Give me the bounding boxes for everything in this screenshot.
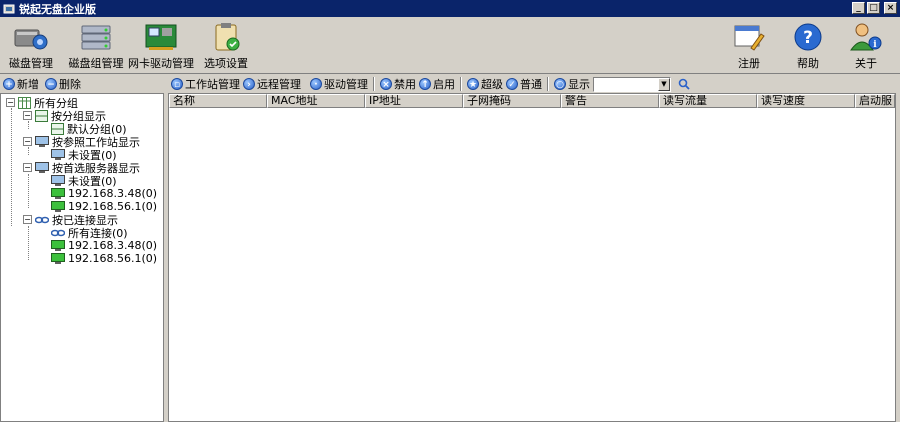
delete-button[interactable]: − 删除 [45, 76, 81, 92]
network-card-icon [145, 24, 177, 50]
svg-text:i: i [873, 40, 877, 50]
collapse-icon[interactable]: − [23, 163, 32, 172]
left-toolbar: + 新增 − 删除 [0, 75, 165, 93]
group-table-icon [18, 96, 31, 109]
chevron-down-icon[interactable]: ▼ [658, 77, 670, 91]
help-button[interactable]: ? 帮助 [786, 19, 830, 73]
window-title: 锐起无盘企业版 [19, 2, 96, 16]
filter-combobox[interactable]: ▼ [593, 76, 671, 92]
monitor-green-icon [51, 187, 65, 199]
tree-node-conn-b[interactable]: 192.168.56.1(0) [51, 252, 157, 265]
display-icon: ○ [554, 78, 566, 90]
enable-button[interactable]: ↑ 启用 [419, 76, 455, 92]
star-icon: ★ [467, 78, 479, 90]
register-button[interactable]: 注册 [727, 19, 771, 73]
col-header-name[interactable]: 名称 [169, 94, 267, 108]
col-header-io-speed[interactable]: 读写速度 [757, 94, 855, 108]
help-icon: ? [794, 23, 822, 51]
minimize-button[interactable]: _ [852, 2, 865, 14]
link-icon [35, 216, 49, 223]
toolbar-separator [373, 77, 375, 91]
collapse-icon[interactable]: − [23, 111, 32, 120]
computer-icon [35, 135, 49, 147]
tree-line [28, 226, 29, 260]
arrow-up-icon: ↑ [419, 78, 431, 90]
plus-icon: + [3, 78, 15, 90]
monitor-green-icon [51, 252, 65, 264]
about-button[interactable]: i 关于 [844, 19, 888, 73]
minus-icon: − [45, 78, 57, 90]
disk-group-icon [81, 25, 111, 50]
app-icon [3, 4, 15, 13]
clipboard-check-icon [215, 23, 240, 51]
add-button[interactable]: + 新增 [3, 76, 39, 92]
toolbar-separator [547, 77, 549, 91]
right-toolbar: ▫ 工作站管理 › 远程管理 · 驱动管理 × 禁用 ↑ 启用 ★ 超级 ✓ 普… [168, 75, 900, 93]
driver-icon: · [310, 78, 322, 90]
svg-text:?: ? [803, 28, 813, 48]
tree-line [11, 108, 12, 226]
col-header-ip[interactable]: IP地址 [365, 94, 463, 108]
tree-node-unset-server[interactable]: 未设置(0) [51, 174, 117, 188]
grid-header: 名称 MAC地址 IP地址 子网掩码 警告 读写流量 读写速度 启动服 [169, 94, 895, 108]
vertical-scrollbar[interactable] [896, 93, 900, 422]
main-toolbar: 磁盘管理 磁盘组管理 网卡驱动管理 选项设置 注册 ? 帮助 i 关于 [0, 17, 900, 74]
collapse-icon[interactable]: − [23, 215, 32, 224]
computer-icon [35, 161, 49, 173]
driver-mgmt-button[interactable]: · 驱动管理 [310, 76, 368, 92]
disk-group-mgmt-button[interactable]: 磁盘组管理 [66, 19, 126, 73]
tree-line [28, 174, 29, 208]
close-icon: × [380, 78, 392, 90]
window-controls: _ □ × [852, 2, 897, 14]
tree-node-all-connections[interactable]: 所有连接(0) [51, 226, 128, 240]
disable-button[interactable]: × 禁用 [380, 76, 416, 92]
close-button[interactable]: × [884, 2, 897, 14]
disk-gear-icon [14, 29, 48, 50]
link-icon [51, 229, 65, 236]
normal-button[interactable]: ✓ 普通 [506, 76, 542, 92]
group-tree: − 所有分组 − 按分组显示 默认分组(0) − 按参照工作站显示 未设置(0)… [0, 93, 164, 422]
super-button[interactable]: ★ 超级 [467, 76, 503, 92]
arrow-right-icon: › [243, 78, 255, 90]
nic-driver-mgmt-button[interactable]: 网卡驱动管理 [128, 19, 194, 73]
station-mgmt-button[interactable]: ▫ 工作站管理 [171, 76, 240, 92]
title-bar: 锐起无盘企业版 _ □ × [0, 0, 900, 17]
tree-node-conn-a[interactable]: 192.168.3.48(0) [51, 239, 157, 252]
search-icon[interactable] [678, 78, 690, 90]
col-header-warning[interactable]: 警告 [561, 94, 659, 108]
workstation-grid: 名称 MAC地址 IP地址 子网掩码 警告 读写流量 读写速度 启动服 [168, 93, 896, 422]
monitor-green-icon [51, 239, 65, 251]
collapse-icon[interactable]: − [6, 98, 15, 107]
options-button[interactable]: 选项设置 [201, 19, 251, 73]
tree-line [28, 147, 29, 155]
tree-node-server-a[interactable]: 192.168.3.48(0) [51, 187, 157, 200]
computer-icon [51, 174, 65, 186]
tree-line [28, 121, 29, 129]
disk-mgmt-button[interactable]: 磁盘管理 [6, 19, 56, 73]
maximize-button[interactable]: □ [867, 2, 880, 14]
group-list-icon [35, 109, 48, 122]
collapse-icon[interactable]: − [23, 137, 32, 146]
check-icon: ✓ [506, 78, 518, 90]
col-header-boot-server[interactable]: 启动服 [855, 94, 895, 108]
register-icon [734, 25, 765, 51]
toolbar-separator [460, 77, 462, 91]
col-header-io-traffic[interactable]: 读写流量 [659, 94, 757, 108]
col-header-subnet[interactable]: 子网掩码 [463, 94, 561, 108]
remote-mgmt-button[interactable]: › 远程管理 [243, 76, 301, 92]
user-info-icon: i [850, 23, 882, 51]
show-button[interactable]: ○ 显示 [554, 76, 590, 92]
col-header-mac[interactable]: MAC地址 [267, 94, 365, 108]
station-icon: ▫ [171, 78, 183, 90]
